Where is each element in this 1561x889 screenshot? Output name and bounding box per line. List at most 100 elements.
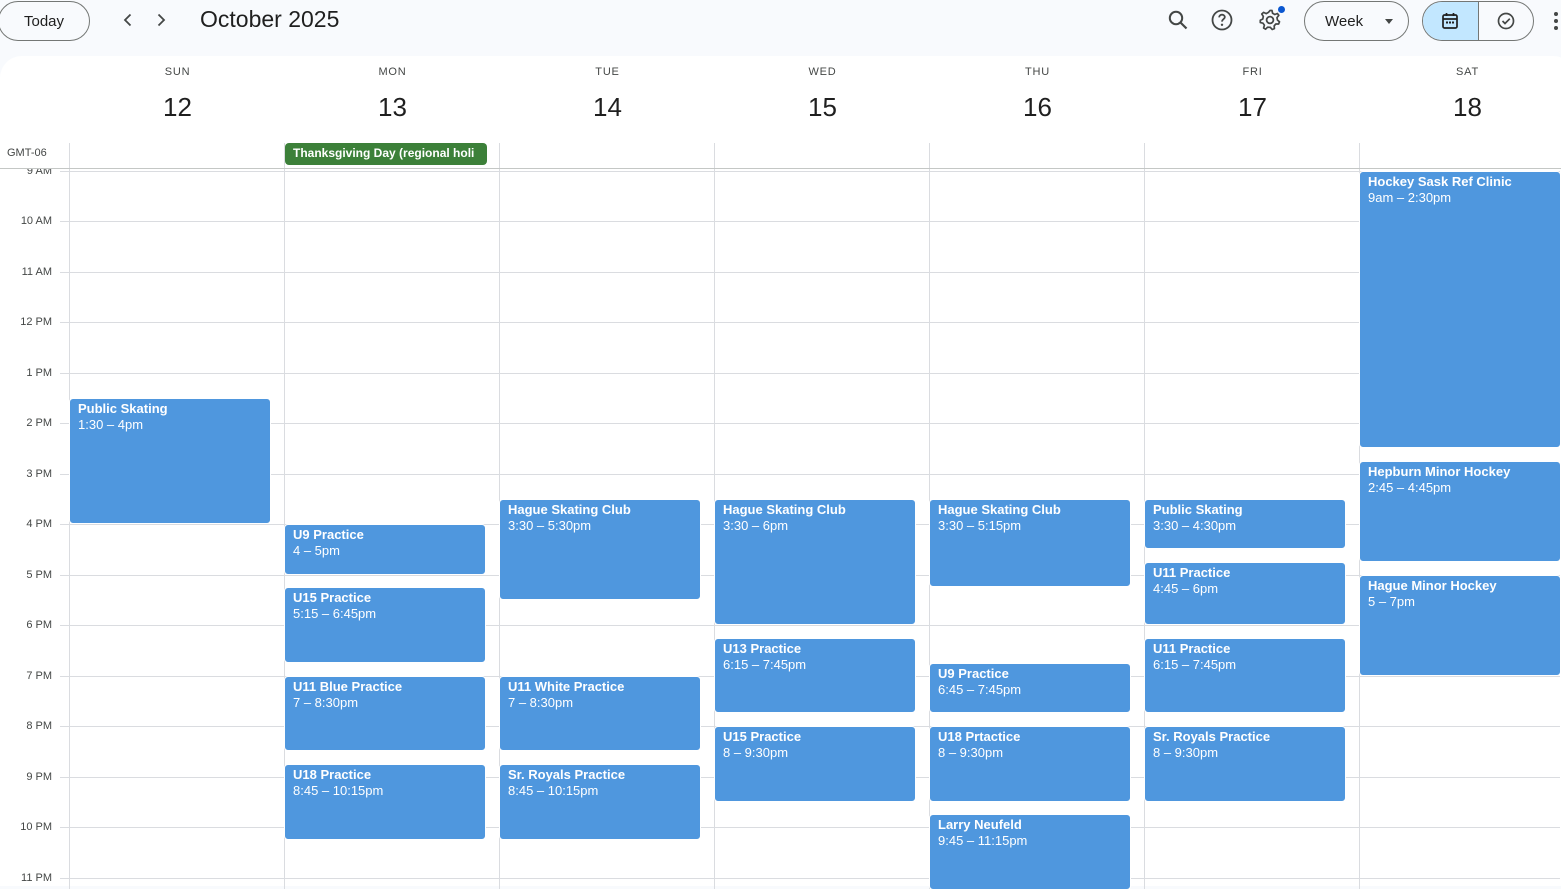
event-block[interactable]: U11 White Practice 7 – 8:30pm (499, 675, 701, 752)
hour-label: 1 PM (0, 366, 52, 379)
hour-label: 6 PM (0, 619, 52, 631)
event-block[interactable]: U9 Practice 6:45 – 7:45pm (929, 662, 1131, 714)
event-title: Hague Skating Club (723, 501, 846, 517)
event-title: U15 Practice (293, 590, 372, 606)
hour-label: 11 AM (0, 265, 52, 278)
day-header-wed[interactable]: WED 15 (715, 56, 930, 142)
calendar-view-toggle[interactable] (1423, 2, 1478, 40)
tasks-view-toggle[interactable] (1477, 2, 1534, 40)
more-options-button[interactable] (1548, 6, 1561, 36)
hour-label: 11 PM (0, 871, 52, 884)
chevron-right-icon (157, 13, 166, 27)
hour-gridline (60, 271, 1560, 273)
event-block[interactable]: U13 Practice 6:15 – 7:45pm (714, 637, 916, 714)
event-time: 8 – 9:30pm (723, 745, 789, 760)
all-day-column-divider (714, 143, 715, 168)
day-header-tue[interactable]: TUE 14 (500, 56, 715, 142)
today-button[interactable]: Today (0, 1, 90, 41)
event-time: 4:45 – 6pm (1153, 580, 1219, 596)
more-vert-icon (1554, 12, 1558, 16)
event-time: 3:30 – 6pm (723, 517, 789, 533)
day-header-sat[interactable]: SAT 18 (1360, 56, 1561, 142)
event-time: 7 – 8:30pm (293, 694, 359, 710)
time-grid: 9 AM 10 AM 11 AM 12 PM 1 PM 2 PM 3 PM 4 PM 5 PM 6… (0, 169, 1561, 889)
event-time: 2:45 – 4:45pm (1368, 479, 1452, 495)
event-block[interactable]: U11 Practice 6:15 – 7:45pm (1144, 637, 1346, 714)
event-time: 3:30 – 5:30pm (508, 517, 592, 533)
event-time: 6:45 – 7:45pm (938, 681, 1022, 697)
event-title: U18 Prtactice (938, 729, 1021, 744)
settings-button[interactable] (1250, 0, 1290, 40)
event-block[interactable]: Hague Skating Club 3:30 – 5:30pm (499, 498, 701, 600)
month-title: October 2025 (200, 6, 340, 32)
day-of-week-label: SAT (1456, 66, 1479, 78)
hour-label: 8 PM (0, 720, 52, 732)
help-button[interactable] (1202, 0, 1242, 40)
event-block[interactable]: U11 Blue Practice 7 – 8:30pm (284, 675, 486, 752)
hour-gridline (60, 372, 1560, 374)
day-number[interactable]: 13 (285, 92, 500, 123)
event-block[interactable]: Sr. Royals Practice 8 – 9:30pm (1144, 726, 1346, 802)
event-block[interactable]: Public Skating 3:30 – 4:30pm (1144, 498, 1346, 550)
day-number[interactable]: 12 (70, 92, 285, 123)
event-block[interactable]: Larry Neufeld 9:45 – 11:15pm (929, 814, 1131, 889)
event-title: U15 Practice (723, 729, 802, 744)
event-time: 8:45 – 10:15pm (293, 782, 384, 798)
event-title: U11 Practice (1153, 564, 1231, 580)
event-time: 8 – 9:30pm (1153, 745, 1219, 760)
event-block[interactable]: U18 Practice 8:45 – 10:15pm (284, 763, 486, 840)
event-block[interactable]: Public Skating 1:30 – 4pm (69, 397, 271, 524)
hour-label: 10 PM (0, 821, 52, 833)
event-time: 4 – 5pm (293, 543, 340, 558)
event-title: U11 Blue Practice (293, 678, 403, 694)
day-of-week-label: WED (808, 66, 837, 78)
search-icon (1168, 10, 1188, 30)
day-header-mon[interactable]: MON 13 (285, 56, 500, 142)
day-number[interactable]: 18 (1360, 92, 1561, 123)
event-title: Sr. Royals Practice (1153, 729, 1271, 744)
event-block[interactable]: Hockey Sask Ref Clinic 9am – 2:30pm (1359, 170, 1561, 449)
event-title: U11 White Practice (508, 678, 625, 694)
event-time: 3:30 – 4:30pm (1153, 517, 1237, 533)
event-block[interactable]: Hague Minor Hockey 5 – 7pm (1359, 574, 1561, 676)
event-block[interactable]: Sr. Royals Practice 8:45 – 10:15pm (499, 763, 701, 840)
event-block[interactable]: Hepburn Minor Hockey 2:45 – 4:45pm (1359, 460, 1561, 562)
day-header-thu[interactable]: THU 16 (930, 56, 1145, 142)
notification-dot (1278, 6, 1285, 13)
hour-label: 2 PM (0, 417, 52, 429)
event-title: Sr. Royals Practice (508, 766, 626, 782)
search-button[interactable] (1158, 0, 1198, 40)
event-time: 3:30 – 5:15pm (938, 517, 1022, 533)
event-block[interactable]: Hague Skating Club 3:30 – 5:15pm (929, 498, 1131, 588)
day-of-week-label: FRI (1242, 66, 1263, 78)
event-block[interactable]: U11 Practice 4:45 – 6pm (1144, 561, 1346, 625)
event-block[interactable]: U15 Practice 5:15 – 6:45pm (284, 587, 486, 663)
next-week-button[interactable] (145, 4, 177, 36)
event-title: Hague Skating Club (938, 501, 1061, 517)
event-time: 8:45 – 10:15pm (508, 782, 599, 798)
day-header-fri[interactable]: FRI 17 (1145, 56, 1360, 142)
view-selector[interactable]: Week (1304, 1, 1409, 41)
event-time: 9am – 2:30pm (1368, 189, 1452, 205)
day-number[interactable]: 17 (1145, 92, 1360, 123)
day-header-sun[interactable]: SUN 12 (70, 56, 285, 142)
hour-gridline (60, 423, 1560, 424)
event-time: 8 – 9:30pm (938, 745, 1004, 760)
all-day-event[interactable]: Thanksgiving Day (regional holi (285, 143, 487, 165)
event-title: Larry Neufeld (938, 817, 1022, 833)
hour-gridline (60, 221, 1560, 222)
calendar-tasks-toggle (1422, 1, 1534, 41)
event-block[interactable]: U18 Prtactice 8 – 9:30pm (929, 726, 1131, 802)
event-time: 9:45 – 11:15pm (938, 833, 1028, 849)
event-title: Hepburn Minor Hockey (1368, 463, 1511, 479)
event-block[interactable]: Hague Skating Club 3:30 – 6pm (714, 498, 916, 625)
event-block[interactable]: U15 Practice 8 – 9:30pm (714, 726, 916, 802)
event-time: 5 – 7pm (1368, 593, 1415, 609)
day-number[interactable]: 15 (715, 92, 930, 123)
previous-week-button[interactable] (112, 4, 144, 36)
event-block[interactable]: U9 Practice 4 – 5pm (284, 524, 486, 575)
hour-gridline (60, 877, 1560, 879)
day-number[interactable]: 16 (930, 92, 1145, 123)
day-column-divider (69, 169, 70, 889)
day-number[interactable]: 14 (500, 92, 715, 123)
